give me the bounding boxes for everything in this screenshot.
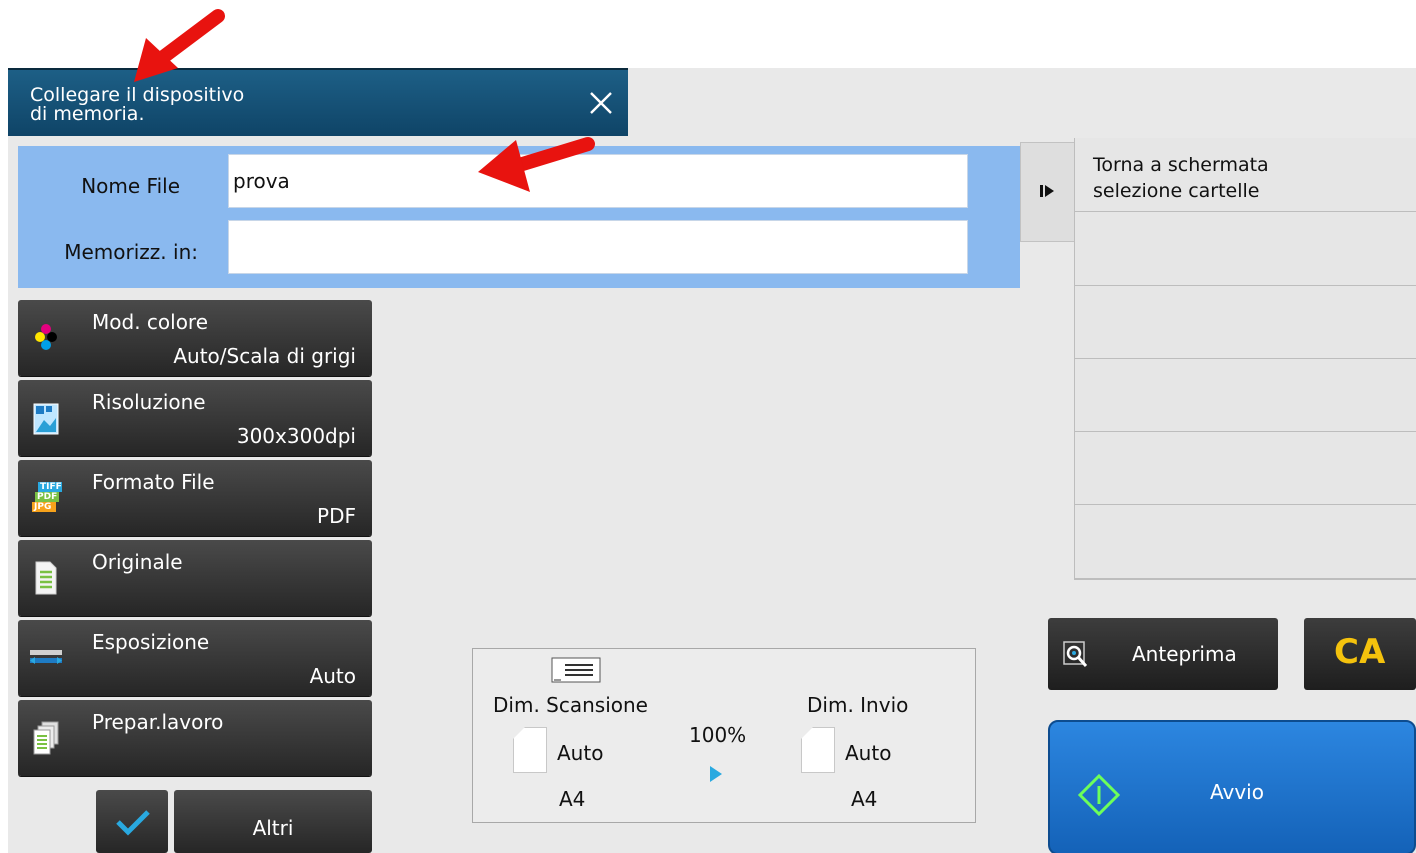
preview-magnifier-icon xyxy=(1063,641,1088,667)
resolution-title: Risoluzione xyxy=(92,390,206,414)
send-page-icon xyxy=(801,727,835,773)
preview-button[interactable]: Anteprima xyxy=(1048,618,1278,690)
exposure-value: Auto xyxy=(309,664,356,688)
notification-line-2: di memoria. xyxy=(30,103,145,125)
scan-size-value: Auto xyxy=(557,741,604,765)
store-in-label: Memorizz. in: xyxy=(64,240,198,264)
file-format-title: Formato File xyxy=(92,470,215,494)
scan-size-label: Dim. Scansione xyxy=(493,693,648,717)
clear-all-label: CA xyxy=(1334,632,1386,672)
annotation-arrow-notice xyxy=(134,9,225,82)
color-mode-value: Auto/Scala di grigi xyxy=(173,344,356,368)
others-button[interactable]: Altri xyxy=(174,790,372,853)
resolution-icon xyxy=(33,403,59,435)
job-build-button[interactable]: Prepar.lavoro xyxy=(18,700,372,776)
play-right-icon xyxy=(1040,185,1054,197)
checkmark-icon xyxy=(116,810,150,836)
confirm-button[interactable] xyxy=(96,790,168,853)
start-diamond-icon xyxy=(1078,774,1120,816)
others-label: Altri xyxy=(252,816,294,840)
preview-label: Anteprima xyxy=(1132,642,1237,666)
pdf-tag: PDF xyxy=(35,492,59,502)
original-feed-icon xyxy=(551,657,601,683)
scan-paper-size: A4 xyxy=(559,787,586,811)
list-item xyxy=(1075,359,1416,432)
store-in-input[interactable] xyxy=(228,220,968,274)
return-line-1: Torna a schermata xyxy=(1093,154,1269,176)
file-format-icon: TIFF PDF JPG xyxy=(32,482,62,522)
exposure-title: Esposizione xyxy=(92,630,210,654)
color-mode-title: Mod. colore xyxy=(92,310,209,334)
color-mode-icon xyxy=(35,324,57,350)
original-icon xyxy=(35,561,57,595)
job-build-icon xyxy=(33,721,59,755)
folder-options-list: Torna a schermata selezione cartelle xyxy=(1074,138,1416,580)
resolution-value: 300x300dpi xyxy=(236,424,356,448)
tiff-tag: TIFF xyxy=(38,482,62,492)
scan-size-summary: Dim. Scansione Auto A4 100% Dim. Invio A… xyxy=(472,648,976,823)
return-folder-selection-item[interactable]: Torna a schermata selezione cartelle xyxy=(1075,138,1416,212)
scan-to-usb-screen: Collegare il dispositivo di memoria. Nom… xyxy=(8,68,1416,853)
send-size-label: Dim. Invio xyxy=(807,693,909,717)
original-title: Originale xyxy=(92,550,183,574)
folder-return-arrow-button[interactable] xyxy=(1020,142,1076,242)
file-name-label: Nome File xyxy=(81,174,180,198)
list-item xyxy=(1075,212,1416,286)
clear-all-button[interactable]: CA xyxy=(1304,618,1416,690)
close-icon[interactable] xyxy=(588,90,614,116)
file-format-button[interactable]: TIFF PDF JPG Formato File PDF xyxy=(18,460,372,536)
jpg-tag: JPG xyxy=(32,502,56,512)
start-button[interactable]: Avvio xyxy=(1048,720,1416,853)
start-label: Avvio xyxy=(1210,780,1264,804)
exposure-icon xyxy=(30,650,62,664)
notification-message: Collegare il dispositivo di memoria. xyxy=(30,86,450,124)
color-mode-button[interactable]: Mod. colore Auto/Scala di grigi xyxy=(18,300,372,376)
arrow-right-icon xyxy=(710,766,722,782)
return-line-2: selezione cartelle xyxy=(1093,180,1260,202)
scale-ratio: 100% xyxy=(689,723,747,747)
file-format-value: PDF xyxy=(317,504,356,528)
resolution-button[interactable]: Risoluzione 300x300dpi xyxy=(18,380,372,456)
send-paper-size: A4 xyxy=(851,787,878,811)
list-item xyxy=(1075,432,1416,505)
job-build-title: Prepar.lavoro xyxy=(92,710,224,734)
list-item xyxy=(1075,286,1416,359)
exposure-button[interactable]: Esposizione Auto xyxy=(18,620,372,696)
original-button[interactable]: Originale xyxy=(18,540,372,616)
send-size-value: Auto xyxy=(845,741,892,765)
annotation-arrow-filename xyxy=(478,137,595,192)
scan-page-icon xyxy=(513,727,547,773)
list-item xyxy=(1075,505,1416,579)
